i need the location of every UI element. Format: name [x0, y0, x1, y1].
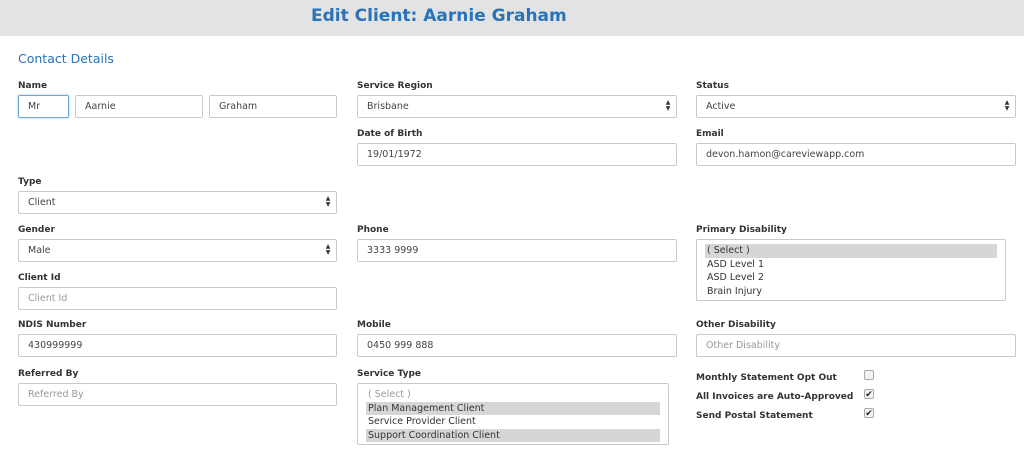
select-arrows-icon: ▲ ▼: [1004, 99, 1010, 112]
list-item[interactable]: Service Provider Client: [366, 415, 660, 429]
service-type-label: Service Type: [357, 369, 422, 379]
gender-value: Male: [28, 245, 51, 256]
primary-disability-listbox[interactable]: ( Select ) ASD Level 1 ASD Level 2 Brain…: [696, 239, 1006, 301]
service-region-select[interactable]: Brisbane ▲ ▼: [357, 95, 677, 118]
phone-input[interactable]: 3333 9999: [357, 239, 677, 262]
auto-approved-checkbox[interactable]: ✔: [864, 389, 874, 399]
list-item[interactable]: ASD Level 1: [705, 258, 997, 272]
referred-by-input[interactable]: Referred By: [18, 383, 337, 406]
type-label: Type: [18, 177, 42, 187]
select-arrows-icon: ▲ ▼: [325, 195, 331, 208]
list-item[interactable]: ( Select ): [366, 388, 660, 402]
select-arrows-icon: ▲ ▼: [665, 99, 671, 112]
name-title-input[interactable]: Mr: [18, 95, 69, 118]
type-select[interactable]: Client ▲ ▼: [18, 191, 337, 214]
auto-approved-label: All Invoices are Auto-Approved: [696, 392, 854, 402]
send-postal-statement-label: Send Postal Statement: [696, 411, 813, 421]
name-label: Name: [18, 81, 48, 91]
send-postal-statement-checkbox[interactable]: ✔: [864, 408, 874, 418]
primary-disability-label: Primary Disability: [696, 225, 787, 235]
email-label: Email: [696, 129, 724, 139]
page-title: Edit Client: Aarnie Graham: [311, 6, 567, 26]
status-select[interactable]: Active ▲ ▼: [696, 95, 1016, 118]
service-region-label: Service Region: [357, 81, 433, 91]
type-value: Client: [28, 197, 56, 208]
list-item[interactable]: Support Coordination Client: [366, 428, 660, 442]
service-type-listbox[interactable]: ( Select ) Plan Management Client Servic…: [357, 383, 669, 445]
status-label: Status: [696, 81, 729, 91]
list-item[interactable]: ( Select ): [705, 244, 997, 258]
list-item[interactable]: Brain Injury: [705, 285, 997, 299]
gender-select[interactable]: Male ▲ ▼: [18, 239, 337, 262]
service-region-value: Brisbane: [367, 101, 409, 112]
first-name-input[interactable]: Aarnie: [75, 95, 203, 118]
dob-input[interactable]: 19/01/1972: [357, 143, 677, 166]
page-header: Edit Client: Aarnie Graham: [0, 0, 1024, 36]
dob-label: Date of Birth: [357, 129, 423, 139]
ndis-number-input[interactable]: 430999999: [18, 334, 337, 357]
monthly-statement-opt-out-checkbox[interactable]: [864, 370, 874, 380]
list-item[interactable]: ASD Level 2: [705, 271, 997, 285]
referred-by-label: Referred By: [18, 369, 79, 379]
email-input[interactable]: devon.hamon@careviewapp.com: [696, 143, 1016, 166]
mobile-input[interactable]: 0450 999 888: [357, 334, 677, 357]
other-disability-label: Other Disability: [696, 320, 776, 330]
phone-label: Phone: [357, 225, 389, 235]
ndis-number-label: NDIS Number: [18, 320, 87, 330]
monthly-statement-opt-out-label: Monthly Statement Opt Out: [696, 373, 837, 383]
client-id-input[interactable]: Client Id: [18, 287, 337, 310]
section-title-contact-details: Contact Details: [18, 51, 114, 66]
client-id-label: Client Id: [18, 273, 61, 283]
mobile-label: Mobile: [357, 320, 391, 330]
other-disability-input[interactable]: Other Disability: [696, 334, 1016, 357]
list-item[interactable]: Plan Management Client: [366, 401, 660, 415]
select-arrows-icon: ▲ ▼: [325, 243, 331, 256]
status-value: Active: [706, 101, 736, 112]
gender-label: Gender: [18, 225, 55, 235]
last-name-input[interactable]: Graham: [209, 95, 337, 118]
